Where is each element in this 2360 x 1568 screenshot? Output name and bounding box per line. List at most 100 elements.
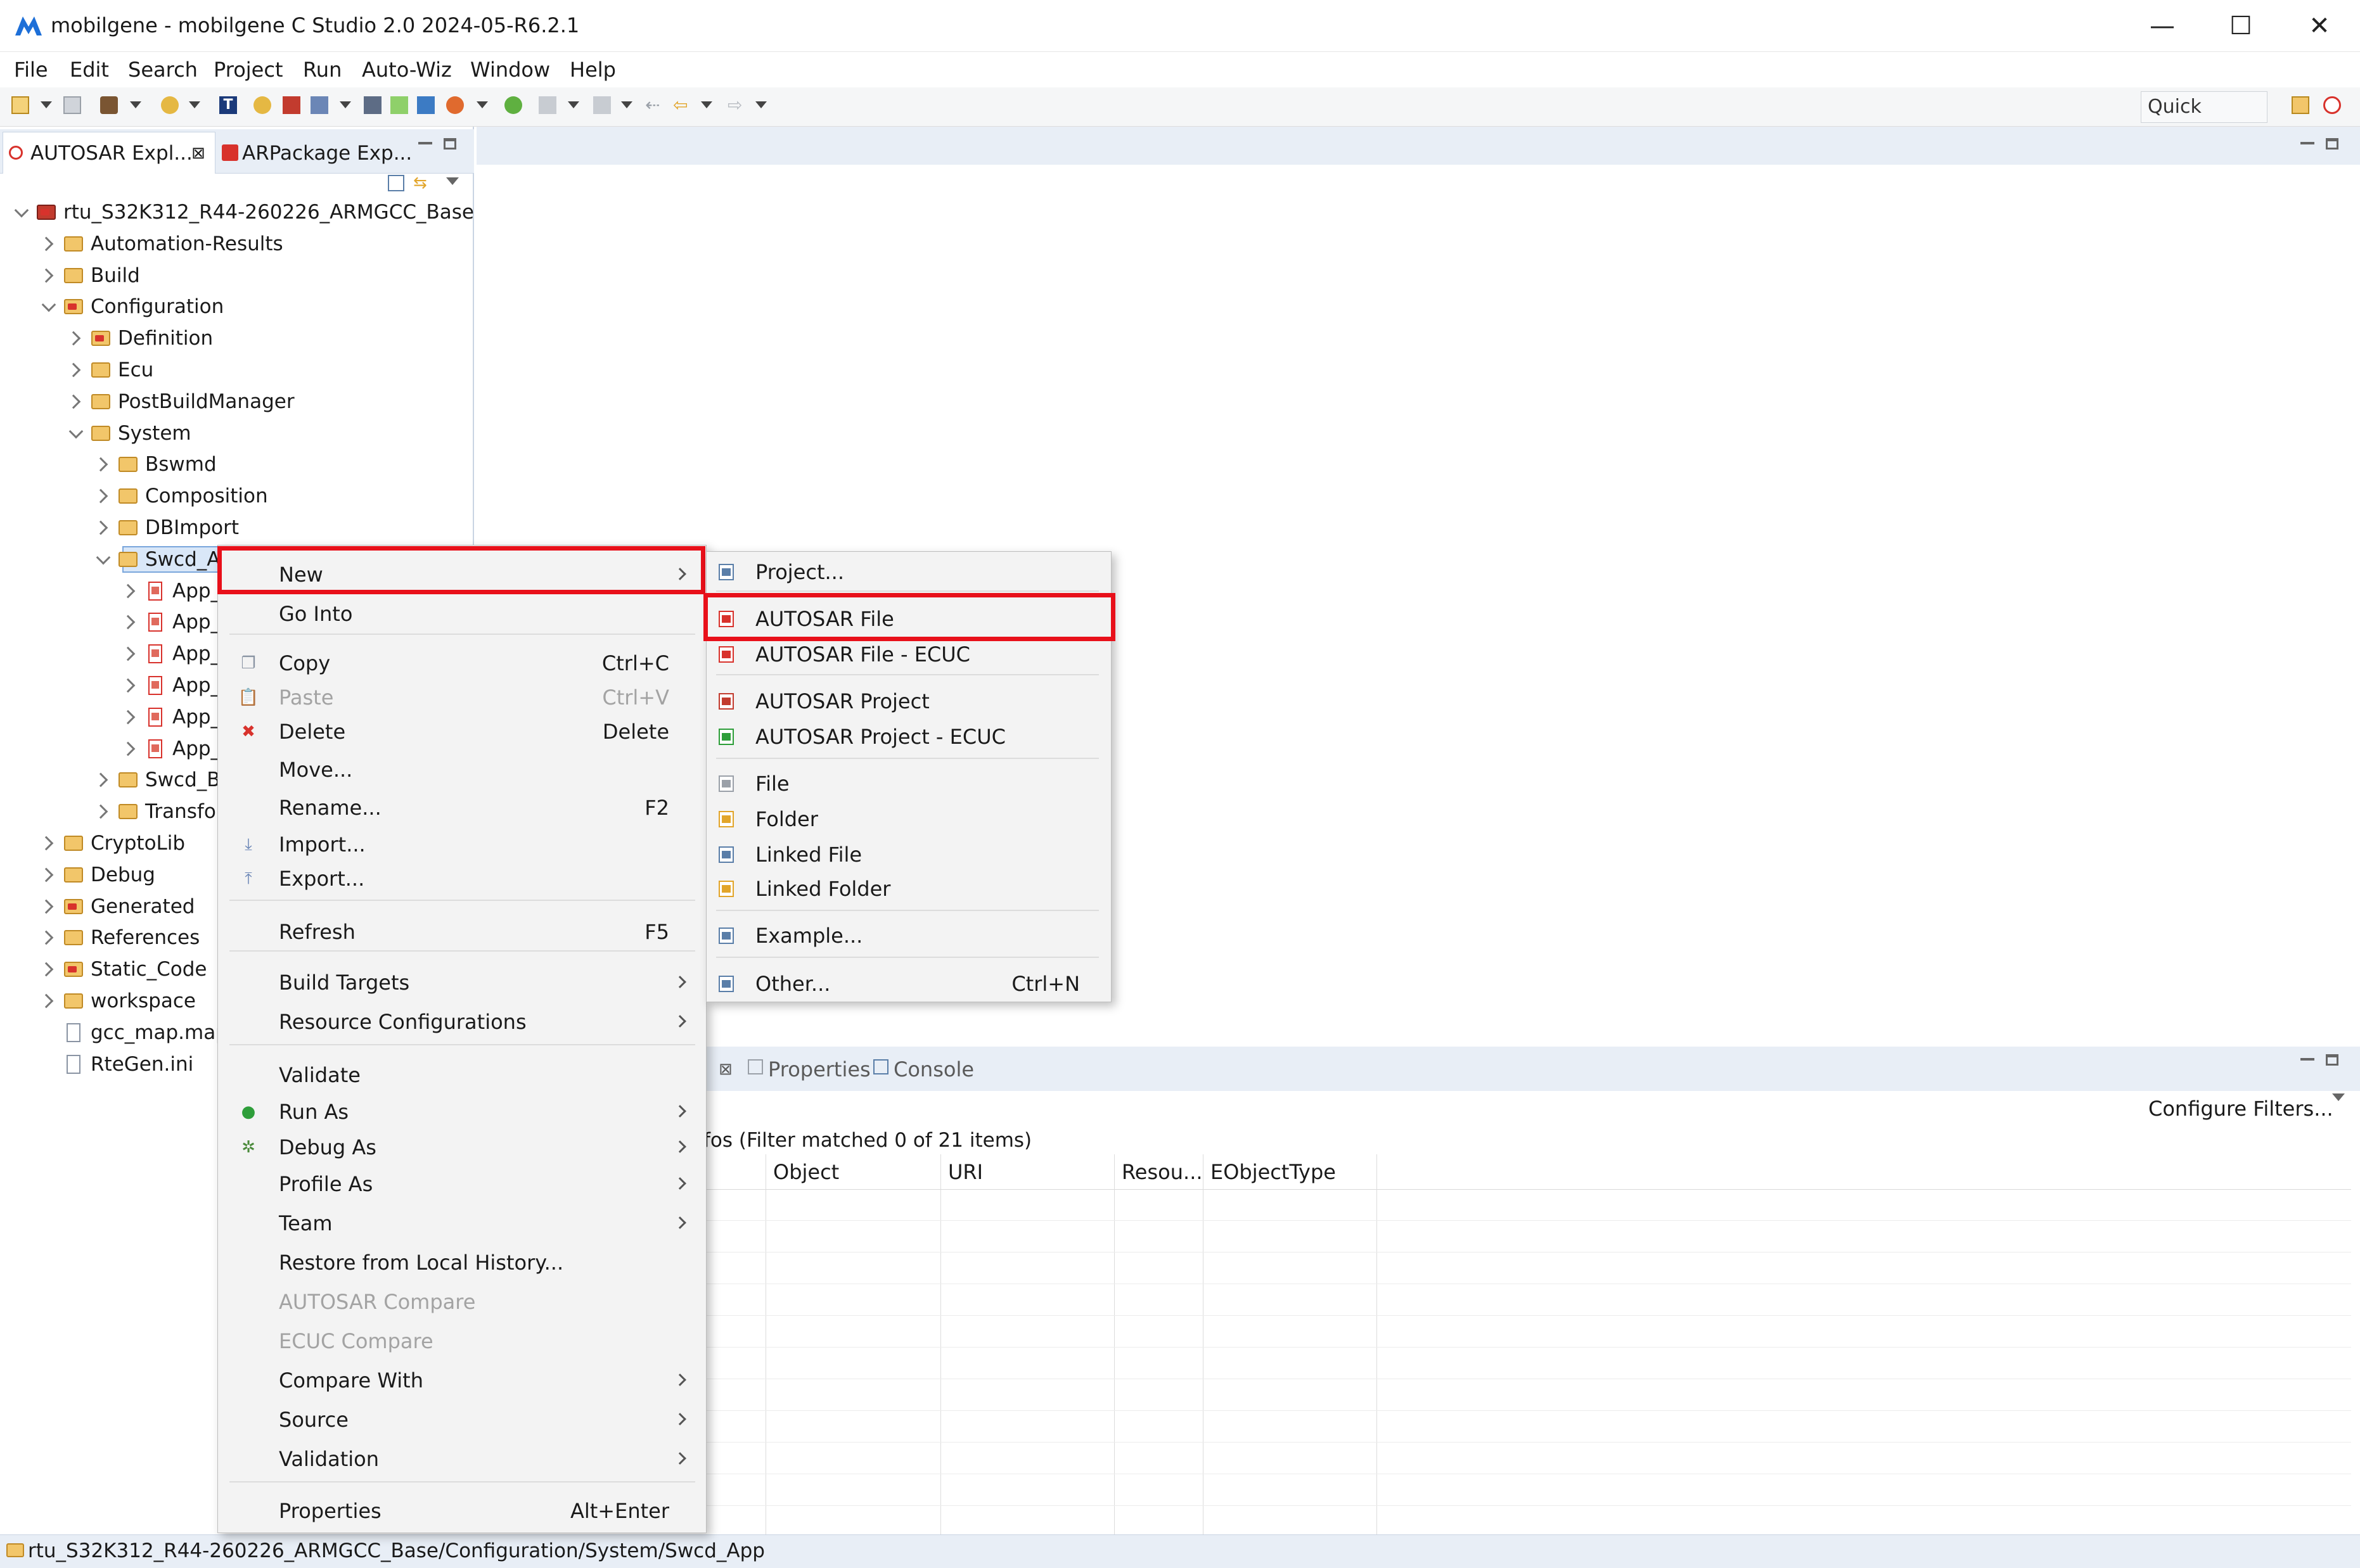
tree-item[interactable]: Ecu (0, 355, 474, 385)
tab-properties[interactable]: Properties (768, 1054, 871, 1085)
chart-dropdown-icon[interactable] (340, 101, 351, 108)
menu-window[interactable]: Window (470, 57, 550, 82)
link-editor-icon[interactable]: ⇆ (413, 175, 431, 191)
context-menu-item[interactable]: Profile As (279, 1168, 669, 1200)
chevron-down-icon[interactable] (41, 297, 56, 312)
view-menu-icon[interactable] (446, 177, 459, 185)
context-menu-item[interactable]: Delete Delete (279, 716, 669, 748)
tree-item[interactable]: System (0, 419, 474, 448)
column-header-uri[interactable]: URI (948, 1158, 983, 1186)
chevron-right-icon[interactable] (39, 867, 54, 883)
editor-maximize-icon[interactable] (2326, 138, 2338, 150)
menu-edit[interactable]: Edit (70, 57, 109, 82)
context-menu-item[interactable]: Resource Configurations (279, 1006, 669, 1038)
chevron-right-icon[interactable] (120, 615, 136, 630)
chevron-right-icon[interactable] (39, 930, 54, 945)
menu-run[interactable]: Run (303, 57, 342, 82)
collapse-all-icon[interactable] (388, 175, 404, 191)
chevron-right-icon[interactable] (39, 962, 54, 977)
context-menu-item[interactable]: Validate (279, 1059, 669, 1091)
tree-item[interactable]: Definition (0, 324, 474, 353)
new-submenu-item[interactable]: Linked Folder (755, 873, 1072, 905)
forward-dropdown-icon[interactable] (755, 101, 767, 108)
chevron-right-icon[interactable] (39, 993, 54, 1009)
new-dropdown-icon[interactable] (41, 101, 52, 108)
open-perspective-icon[interactable] (2292, 96, 2309, 114)
chevron-right-icon[interactable] (66, 331, 81, 346)
minimize-button[interactable]: — (2123, 0, 2202, 52)
context-menu-item[interactable]: Run As (279, 1096, 669, 1128)
chevron-down-icon[interactable] (68, 424, 84, 439)
annotation-dropdown-icon[interactable] (621, 101, 632, 108)
chevron-right-icon[interactable] (93, 804, 108, 819)
context-menu-item[interactable]: Go Into (279, 598, 669, 630)
autosar-tool-icon[interactable] (283, 96, 300, 114)
chart-tool-icon[interactable] (311, 96, 328, 114)
chevron-right-icon[interactable] (120, 583, 136, 599)
new-submenu-item[interactable]: Folder (755, 803, 1072, 835)
column-header-resource[interactable]: Resou... (1122, 1158, 1203, 1186)
tree-item[interactable]: Configuration (0, 292, 474, 321)
new-submenu-item[interactable]: AUTOSAR Project - ECUC (755, 721, 1072, 753)
tree-item[interactable]: PostBuildManager (0, 387, 474, 416)
chevron-right-icon[interactable] (39, 836, 54, 851)
new-submenu-item[interactable]: AUTOSAR File - ECUC (755, 639, 1072, 670)
context-menu-item[interactable]: Refresh F5 (279, 916, 669, 948)
context-menu-item[interactable]: Build Targets (279, 967, 669, 998)
new-submenu-item[interactable]: File (755, 768, 1072, 800)
new-submenu-item[interactable]: Linked File (755, 839, 1072, 870)
menu-help[interactable]: Help (570, 57, 616, 82)
chevron-down-icon[interactable] (14, 203, 29, 218)
link-tool-icon[interactable] (417, 96, 435, 114)
quick-access-input[interactable]: Quick Access (2141, 91, 2267, 148)
chevron-right-icon[interactable] (39, 236, 54, 252)
search-dropdown-icon[interactable] (568, 101, 579, 108)
debug-tool-icon[interactable] (446, 96, 464, 114)
menu-project[interactable]: Project (214, 57, 283, 82)
tree-item[interactable]: rtu_S32K312_R44-260226_ARMGCC_Base (0, 198, 474, 227)
annotation-icon[interactable] (593, 96, 611, 114)
spark-icon[interactable] (253, 96, 271, 114)
build-hammer-icon[interactable] (100, 96, 118, 114)
build-dropdown-icon[interactable] (130, 101, 141, 108)
context-menu-item[interactable]: Properties Alt+Enter (279, 1495, 669, 1527)
tool-dropdown-icon[interactable] (189, 101, 200, 108)
minimize-view-icon[interactable] (418, 142, 432, 144)
context-menu-item[interactable]: Import... (279, 829, 669, 860)
new-wizard-icon[interactable] (11, 96, 29, 114)
new-submenu-item[interactable]: Example... (755, 920, 1072, 952)
context-menu-item[interactable]: Restore from Local History... (279, 1247, 669, 1278)
tree-item[interactable]: Build (0, 261, 474, 290)
maximize-view-icon[interactable] (444, 138, 456, 150)
bottom-maximize-icon[interactable] (2326, 1054, 2338, 1066)
chevron-right-icon[interactable] (120, 678, 136, 693)
menu-auto-wiz[interactable]: Auto-Wiz (362, 57, 452, 82)
chevron-right-icon[interactable] (93, 520, 108, 535)
bottom-view-menu-icon[interactable] (2332, 1093, 2345, 1101)
column-header-object[interactable]: Object (773, 1158, 839, 1186)
new-submenu-item[interactable]: Other... Ctrl+N (755, 968, 1080, 1000)
search-tool-icon[interactable] (539, 96, 556, 114)
debug-dropdown-icon[interactable] (477, 101, 488, 108)
new-submenu-item[interactable]: AUTOSAR Project (755, 685, 1072, 717)
editor-minimize-icon[interactable] (2300, 142, 2314, 144)
chevron-right-icon[interactable] (120, 710, 136, 725)
configure-filters-link[interactable]: Configure Filters... (2148, 1095, 2333, 1123)
chevron-down-icon[interactable] (96, 550, 111, 565)
forward-icon[interactable]: ⇨ (728, 96, 745, 114)
tree-item[interactable]: Composition (0, 481, 474, 511)
bottom-tab-close-icon[interactable]: ⊠ (719, 1054, 733, 1085)
context-menu-item[interactable]: Debug As (279, 1131, 669, 1163)
bottom-minimize-icon[interactable] (2300, 1058, 2314, 1061)
chevron-right-icon[interactable] (93, 772, 108, 787)
panel-icon[interactable] (390, 96, 408, 114)
tab-arpackage-explorer[interactable]: ARPackage Exp... (242, 136, 412, 171)
tree-item[interactable]: Bswmd (0, 450, 474, 479)
menu-file[interactable]: File (14, 57, 48, 82)
column-header-eobjecttype[interactable]: EObjectType (1210, 1158, 1336, 1186)
context-menu-item[interactable]: Export... (279, 863, 669, 895)
back-icon[interactable]: ⇦ (673, 96, 691, 114)
chevron-right-icon[interactable] (39, 268, 54, 283)
book-icon[interactable] (364, 96, 382, 114)
context-menu-item[interactable]: Validation (279, 1443, 669, 1475)
